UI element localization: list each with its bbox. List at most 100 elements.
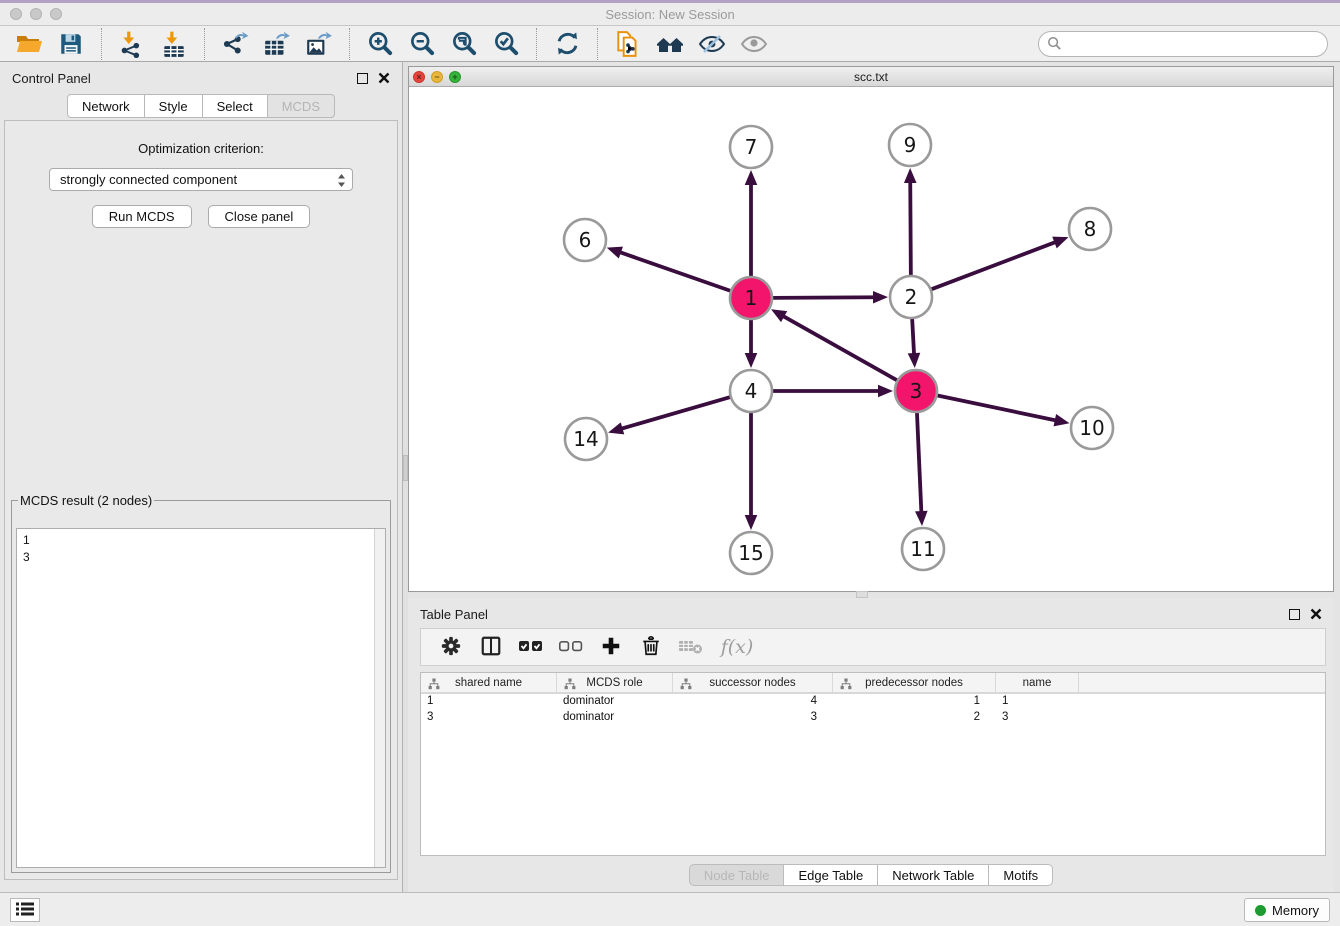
graph-edge-2-9[interactable] xyxy=(910,179,911,275)
graph-edge-4-14[interactable] xyxy=(619,397,730,429)
svg-text:10: 10 xyxy=(1079,416,1104,440)
export-table-button[interactable] xyxy=(256,28,298,60)
column-header-MCDS-role[interactable]: MCDS role xyxy=(557,673,673,692)
graph-node-10[interactable]: 10 xyxy=(1071,407,1113,449)
memory-button[interactable]: Memory xyxy=(1244,898,1330,922)
export-network-button[interactable] xyxy=(214,28,256,60)
search-input[interactable] xyxy=(1038,31,1328,57)
table-row[interactable]: 3dominator323 xyxy=(421,710,1325,726)
tab-mcds[interactable]: MCDS xyxy=(267,94,335,118)
table-settings-button[interactable] xyxy=(433,632,469,662)
mcds-result-text[interactable]: 1 3 xyxy=(16,528,386,868)
table-cell[interactable]: 4 xyxy=(673,694,833,710)
table-cell[interactable]: 3 xyxy=(673,710,833,726)
graph-edge-1-2[interactable] xyxy=(773,297,877,298)
column-header-name[interactable]: name xyxy=(996,673,1079,692)
close-panel-icon[interactable] xyxy=(1310,608,1322,620)
graph-edge-3-10[interactable] xyxy=(938,396,1059,421)
tab-node-table[interactable]: Node Table xyxy=(689,864,785,886)
table-cell[interactable]: dominator xyxy=(557,694,673,710)
tab-style[interactable]: Style xyxy=(144,94,203,118)
float-panel-icon[interactable] xyxy=(357,73,368,84)
table-row[interactable]: 1dominator411 xyxy=(421,694,1325,710)
close-frame-button[interactable]: × xyxy=(413,71,425,83)
float-panel-icon[interactable] xyxy=(1289,609,1300,620)
table-cell[interactable]: dominator xyxy=(557,710,673,726)
table-cell[interactable]: 2 xyxy=(833,710,996,726)
delete-table-button[interactable] xyxy=(673,632,709,662)
graph-node-11[interactable]: 11 xyxy=(902,528,944,570)
graph-node-9[interactable]: 9 xyxy=(889,124,931,166)
show-panel-button[interactable] xyxy=(733,28,775,60)
graph-node-3[interactable]: 3 xyxy=(895,370,937,412)
clear-checkboxes-button[interactable] xyxy=(553,632,589,662)
graph-edge-3-1[interactable] xyxy=(781,315,897,381)
column-header-successor-nodes[interactable]: successor nodes xyxy=(673,673,833,692)
svg-text:14: 14 xyxy=(573,427,598,451)
import-table-button[interactable] xyxy=(153,28,195,60)
export-image-button[interactable] xyxy=(298,28,340,60)
graph-edge-1-6[interactable] xyxy=(617,251,730,291)
horizontal-splitter-grip[interactable] xyxy=(856,591,868,598)
close-panel-button[interactable]: Close panel xyxy=(208,205,311,228)
refresh-button[interactable] xyxy=(546,28,588,60)
toolbar-separator xyxy=(204,28,205,60)
network-title: scc.txt xyxy=(854,70,888,84)
zoom-fit-button[interactable] xyxy=(443,28,485,60)
zoom-selected-button[interactable] xyxy=(485,28,527,60)
graph-node-14[interactable]: 14 xyxy=(565,418,607,460)
graph-node-2[interactable]: 2 xyxy=(890,276,932,318)
mcds-result-lines: 1 3 xyxy=(17,529,385,570)
clone-network-button[interactable] xyxy=(607,28,649,60)
task-history-button[interactable] xyxy=(10,898,40,922)
graph-edge-2-8[interactable] xyxy=(932,241,1059,289)
svg-text:1: 1 xyxy=(745,286,758,310)
unchecked-boxes-icon xyxy=(558,637,584,658)
graph-node-15[interactable]: 15 xyxy=(730,532,772,574)
delete-column-button[interactable] xyxy=(633,632,669,662)
maximize-frame-button[interactable]: + xyxy=(449,71,461,83)
select-all-checkboxes-button[interactable] xyxy=(513,632,549,662)
graph-edge-2-3[interactable] xyxy=(912,319,914,357)
table-cell[interactable]: 1 xyxy=(996,694,1079,710)
home-view-button[interactable] xyxy=(649,28,691,60)
show-columns-button[interactable] xyxy=(473,632,509,662)
table-cell[interactable]: 3 xyxy=(421,710,557,726)
network-frame-titlebar[interactable]: × − + scc.txt xyxy=(409,67,1333,87)
result-scrollbar[interactable] xyxy=(374,529,385,867)
table-cell[interactable]: 1 xyxy=(833,694,996,710)
graph-node-7[interactable]: 7 xyxy=(730,126,772,168)
tab-motifs[interactable]: Motifs xyxy=(988,864,1053,886)
column-label: predecessor nodes xyxy=(865,677,963,689)
hide-panel-button[interactable] xyxy=(691,28,733,60)
import-network-button[interactable] xyxy=(111,28,153,60)
optimization-criterion-dropdown[interactable]: strongly connected component xyxy=(49,168,353,191)
graph-node-8[interactable]: 8 xyxy=(1069,208,1111,250)
svg-text:11: 11 xyxy=(910,537,935,561)
table-cell[interactable]: 3 xyxy=(996,710,1079,726)
column-header-predecessor-nodes[interactable]: predecessor nodes xyxy=(833,673,996,692)
column-label: shared name xyxy=(455,677,522,689)
run-mcds-button[interactable]: Run MCDS xyxy=(92,205,192,228)
open-file-button[interactable] xyxy=(8,28,50,60)
table-cell[interactable]: 1 xyxy=(421,694,557,710)
graph-node-4[interactable]: 4 xyxy=(730,370,772,412)
graph-node-6[interactable]: 6 xyxy=(564,219,606,261)
minimize-frame-button[interactable]: − xyxy=(431,71,443,83)
close-panel-icon[interactable] xyxy=(378,72,390,84)
tab-select[interactable]: Select xyxy=(202,94,268,118)
tab-network[interactable]: Network xyxy=(67,94,145,118)
add-column-button[interactable] xyxy=(593,632,629,662)
save-session-button[interactable] xyxy=(50,28,92,60)
tab-network-table[interactable]: Network Table xyxy=(877,864,989,886)
network-canvas[interactable]: 7 9 6 8 1 2 4 3 14 10 15 11 xyxy=(409,87,1333,591)
save-icon xyxy=(58,31,84,57)
graph-edge-arrow-2-9 xyxy=(904,168,917,183)
function-builder-button[interactable]: f(x) xyxy=(713,632,761,662)
graph-edge-3-11[interactable] xyxy=(917,413,922,515)
zoom-out-button[interactable] xyxy=(401,28,443,60)
column-header-shared-name[interactable]: shared name xyxy=(421,673,557,692)
graph-node-1[interactable]: 1 xyxy=(730,277,772,319)
tab-edge-table[interactable]: Edge Table xyxy=(783,864,878,886)
zoom-in-button[interactable] xyxy=(359,28,401,60)
